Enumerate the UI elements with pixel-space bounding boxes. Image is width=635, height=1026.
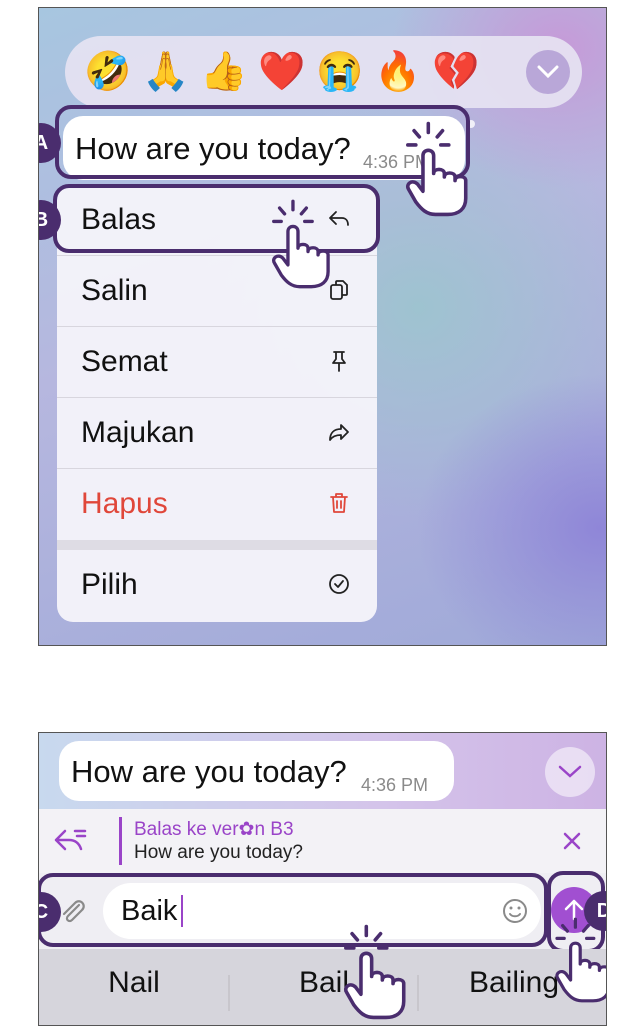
menu-item-label: Pilih (81, 568, 138, 601)
reply-composer-screenshot: How are you today? 4:36 PM Balas ke ver✿… (38, 732, 607, 1026)
menu-item-label: Hapus (81, 487, 168, 520)
reaction-heart[interactable]: ❤️ (253, 36, 311, 108)
menu-item-forward[interactable]: Majukan (57, 398, 377, 469)
reply-arrow-icon (54, 829, 87, 851)
pin-icon (332, 351, 346, 372)
reaction-pray[interactable]: 🙏 (137, 36, 195, 108)
context-menu-screenshot: 🤣 🙏 👍 ❤️ 😭 🔥 💔 How are you today? 4:36 P… (38, 7, 607, 646)
chevron-down-icon (558, 765, 582, 778)
menu-item-label: Majukan (81, 416, 195, 449)
reply-preview-bar: Balas ke ver✿n B3 How are you today? (39, 809, 606, 873)
reply-quote: How are you today? (134, 842, 303, 863)
suggestion-nail[interactable]: Nail (79, 966, 189, 1000)
forward-icon (329, 424, 349, 441)
expand-reactions-button[interactable] (526, 50, 570, 94)
tap-hand-icon (553, 915, 607, 1005)
suggestion-divider (417, 975, 419, 1011)
reaction-rofl[interactable]: 🤣 (79, 36, 137, 108)
reply-title: Balas ke ver✿n B3 (134, 819, 294, 840)
tap-hand-icon (403, 120, 475, 218)
message-time: 4:36 PM (361, 775, 429, 795)
reaction-bar: 🤣 🙏 👍 ❤️ 😭 🔥 💔 (65, 36, 582, 108)
message-bubble[interactable]: How are you today? 4:36 PM (59, 741, 454, 801)
reaction-thumbs-up[interactable]: 👍 (195, 36, 253, 108)
reaction-fire[interactable]: 🔥 (369, 36, 427, 108)
reaction-crying[interactable]: 😭 (311, 36, 369, 108)
chevron-down-icon (537, 65, 559, 79)
menu-item-label: Salin (81, 274, 148, 307)
menu-item-select[interactable]: Pilih (57, 550, 377, 621)
tap-hand-icon (269, 198, 337, 290)
menu-item-delete[interactable]: Hapus (57, 469, 377, 540)
trash-icon (330, 493, 348, 513)
reaction-broken-heart[interactable]: 💔 (427, 36, 485, 108)
check-circle-icon (329, 574, 349, 594)
menu-separator (57, 540, 377, 550)
highlight-c (39, 873, 548, 947)
message-text: How are you today? (71, 754, 347, 789)
tap-hand-icon (341, 923, 413, 1021)
reply-accent-line (119, 817, 122, 865)
close-icon[interactable] (562, 831, 582, 851)
scroll-down-button[interactable] (545, 747, 595, 797)
menu-item-pin[interactable]: Semat (57, 327, 377, 398)
menu-item-label: Semat (81, 345, 168, 378)
suggestion-divider (228, 975, 230, 1011)
